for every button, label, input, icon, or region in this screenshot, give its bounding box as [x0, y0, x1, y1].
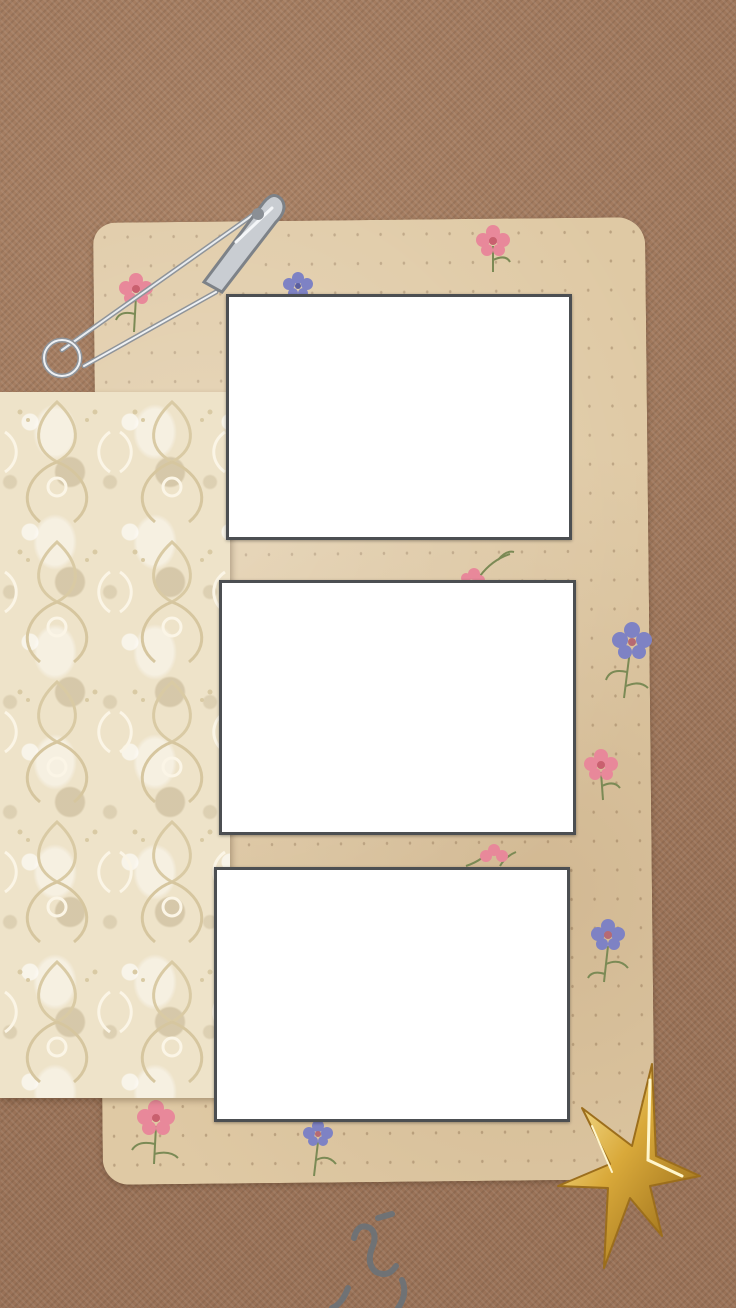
flower-icon	[303, 1120, 337, 1177]
flower-icon	[605, 622, 652, 699]
flower-icon	[584, 749, 621, 801]
photo-frame-middle[interactable]	[219, 580, 576, 835]
photo-frame-bottom[interactable]	[214, 867, 570, 1122]
flower-icon	[587, 919, 629, 983]
gold-star-icon	[557, 1063, 701, 1269]
flower-icon	[465, 844, 517, 867]
flower-icon	[131, 1100, 179, 1165]
fabric-background	[0, 0, 736, 1308]
handwriting-scribble	[329, 1211, 408, 1308]
flower-icon	[476, 225, 511, 272]
damask-lace-paper	[0, 392, 230, 1098]
damask-pattern	[0, 392, 230, 1098]
safety-pin-icon	[41, 194, 286, 379]
